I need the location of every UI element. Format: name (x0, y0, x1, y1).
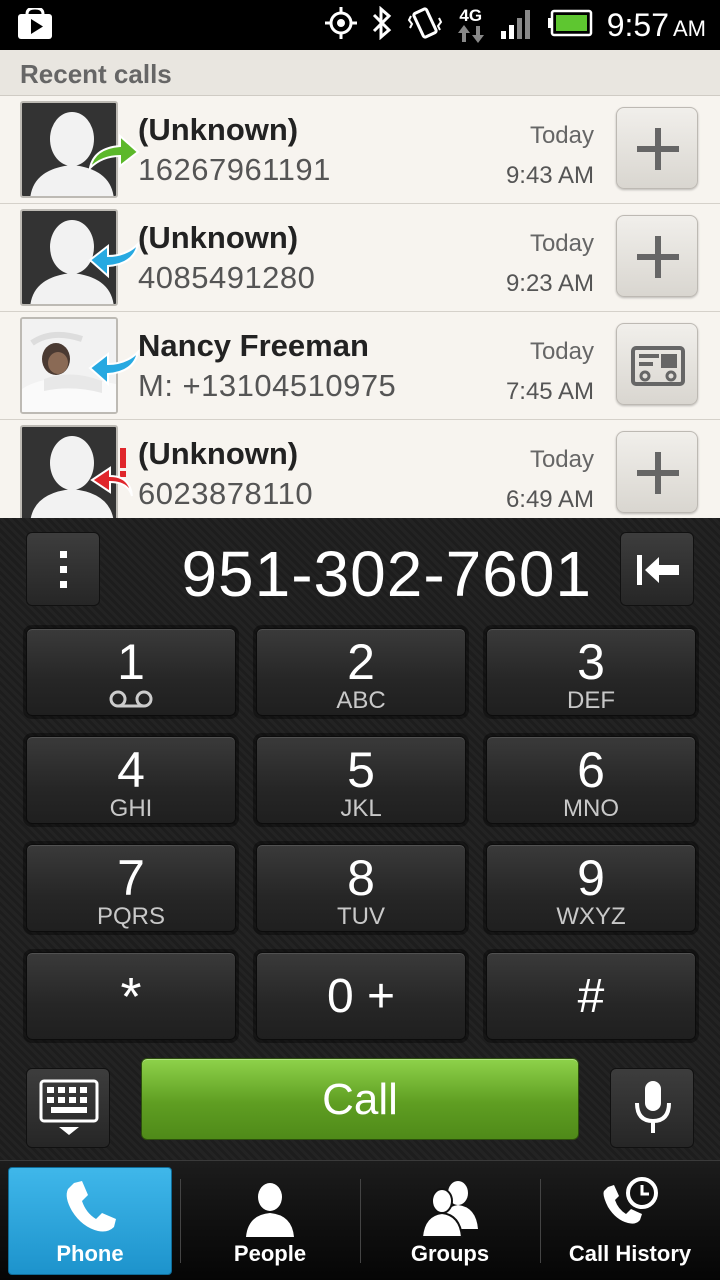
dialer-panel: 951-302-7601 1 2 ABC 3 DEF 4 GHI 5 JKL 6… (0, 518, 720, 1160)
key-0-plus[interactable]: 0 + (256, 952, 466, 1040)
play-store-notification-icon (16, 6, 54, 45)
caller-number: M: +13104510975 (138, 368, 397, 403)
backspace-button[interactable] (620, 532, 694, 606)
voice-dial-button[interactable] (610, 1068, 694, 1148)
key-5[interactable]: 5 JKL (256, 736, 466, 824)
caller-number: 6023878110 (138, 476, 314, 511)
recent-calls-header: Recent calls (0, 50, 720, 96)
caller-number: 16267961191 (138, 152, 331, 187)
call-time: 9:23 AM (505, 270, 594, 297)
caller-name: Nancy Freeman (138, 328, 369, 363)
tab-call-history[interactable]: Call History (540, 1161, 720, 1280)
recent-calls-list[interactable]: (Unknown) 16267961191 Today 9:43 AM (Unk… (0, 96, 720, 518)
call-history-icon (603, 1177, 658, 1224)
outgoing-call-icon (88, 132, 140, 177)
tab-groups[interactable]: Groups (360, 1161, 540, 1280)
call-time: 6:49 AM (505, 486, 594, 513)
bluetooth-icon (371, 5, 393, 45)
key-6[interactable]: 6 MNO (486, 736, 696, 824)
key-3[interactable]: 3 DEF (486, 628, 696, 716)
tab-people[interactable]: People (180, 1161, 360, 1280)
dialer-action-row: Call (0, 1058, 720, 1148)
key-8[interactable]: 8 TUV (256, 844, 466, 932)
call-date: Today (529, 122, 594, 149)
status-bar: 4G 9:57 AM (0, 0, 720, 50)
key-9[interactable]: 9 WXYZ (486, 844, 696, 932)
call-log-row[interactable]: (Unknown) 6023878110 Today 6:49 AM (0, 420, 720, 518)
key-hash[interactable]: # (486, 952, 696, 1040)
call-date: Today (529, 446, 594, 473)
person-icon (246, 1183, 294, 1237)
signal-icon (499, 7, 533, 44)
key-4[interactable]: 4 GHI (26, 736, 236, 824)
tab-phone[interactable]: Phone (0, 1161, 180, 1280)
recent-calls-title: Recent calls (20, 59, 172, 89)
dialed-number-display[interactable]: 951-302-7601 (110, 532, 600, 616)
overflow-menu-icon (60, 551, 67, 588)
caller-name: (Unknown) (138, 112, 299, 147)
vibrate-icon (407, 6, 443, 45)
missed-call-icon (88, 446, 140, 503)
more-options-button[interactable] (26, 532, 100, 606)
key-2[interactable]: 2 ABC (256, 628, 466, 716)
key-1[interactable]: 1 (26, 628, 236, 716)
call-log-row[interactable]: (Unknown) 4085491280 Today 9:23 AM (0, 204, 720, 312)
clock: 9:57 AM (606, 6, 706, 43)
call-date: Today (529, 230, 594, 257)
call-log-row[interactable]: Nancy Freeman M: +13104510975 Today 7:45… (0, 312, 720, 420)
contact-card-icon (631, 346, 685, 386)
plus-icon (637, 452, 679, 494)
keypad-icon (39, 1079, 99, 1135)
network-4g-icon: 4G (457, 7, 485, 43)
battery-icon (547, 9, 593, 42)
call-time: 9:43 AM (505, 162, 594, 189)
key-star[interactable]: * (26, 952, 236, 1040)
voicemail-icon (109, 690, 153, 708)
bottom-tab-bar: Phone People Groups Call History (0, 1160, 720, 1280)
add-contact-button[interactable] (616, 107, 698, 189)
group-icon (420, 1181, 478, 1238)
caller-number: 4085491280 (138, 260, 316, 295)
incoming-call-icon (88, 348, 140, 393)
hide-keypad-button[interactable] (26, 1068, 110, 1148)
call-button[interactable]: Call (141, 1058, 579, 1140)
incoming-call-icon (88, 240, 140, 285)
contact-card-button[interactable] (616, 323, 698, 405)
caller-name: (Unknown) (138, 436, 299, 471)
caller-name: (Unknown) (138, 220, 299, 255)
call-time: 7:45 AM (505, 378, 594, 405)
call-date: Today (529, 338, 594, 365)
add-contact-button[interactable] (616, 431, 698, 513)
add-contact-button[interactable] (616, 215, 698, 297)
gps-icon (324, 6, 357, 44)
key-7[interactable]: 7 PQRS (26, 844, 236, 932)
microphone-icon (635, 1081, 671, 1133)
backspace-icon (637, 555, 679, 585)
call-log-row[interactable]: (Unknown) 16267961191 Today 9:43 AM (0, 96, 720, 204)
plus-icon (637, 236, 679, 278)
phone-icon (66, 1181, 116, 1232)
plus-icon (637, 128, 679, 170)
